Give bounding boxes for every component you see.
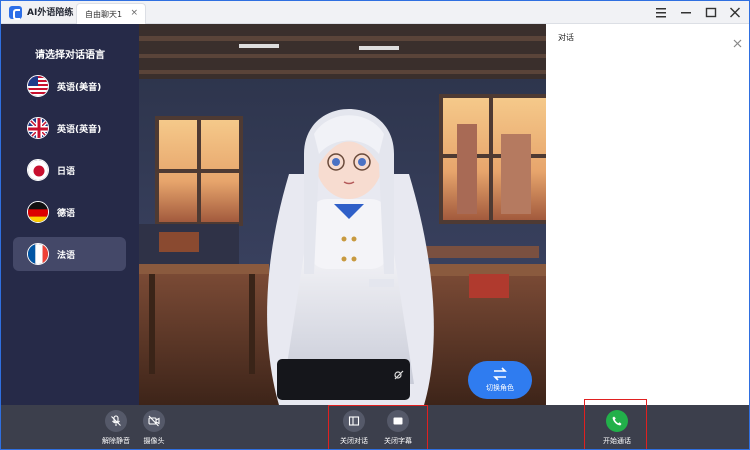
camera-label: 摄像头 <box>143 437 165 445</box>
language-label: 日语 <box>57 167 76 177</box>
sidebar-title: 请选择对话语言 <box>35 50 105 61</box>
maximize-icon[interactable] <box>702 4 720 20</box>
language-item-english-us[interactable]: 英语(美音) <box>13 69 126 103</box>
language-label: 英语(美音) <box>57 83 102 93</box>
minimize-icon[interactable] <box>677 4 695 20</box>
muted-mic-icon <box>105 410 127 432</box>
title-bar: AI外语陪练 自由聊天1 × <box>1 1 749 24</box>
close-window-icon[interactable] <box>726 4 744 20</box>
hide-subtitle-icon[interactable] <box>394 365 404 384</box>
uk-flag-icon <box>27 117 49 139</box>
app-title: AI外语陪练 <box>27 8 74 18</box>
language-item-french[interactable]: 法语 <box>13 237 126 271</box>
switch-role-button[interactable]: 切换角色 <box>468 361 532 399</box>
classroom-background-image <box>139 24 546 405</box>
tab-label: 自由聊天1 <box>85 10 123 19</box>
app-logo-icon <box>9 6 22 20</box>
dialog-close-icon[interactable] <box>733 33 742 52</box>
avatar-scene <box>139 24 546 405</box>
highlight-box-call-control <box>584 399 647 449</box>
language-item-german[interactable]: 德语 <box>13 195 126 229</box>
subtitle-panel <box>277 359 410 400</box>
app-window: AI外语陪练 自由聊天1 × 请选择对话语言 英语(美音) 英语(英音) 日语 … <box>0 0 750 450</box>
menu-icon[interactable] <box>652 4 670 20</box>
language-label: 德语 <box>57 209 76 219</box>
tab-close-icon[interactable]: × <box>130 8 138 18</box>
language-label: 英语(英音) <box>57 125 102 135</box>
language-item-english-uk[interactable]: 英语(英音) <box>13 111 126 145</box>
tab-free-chat[interactable]: 自由聊天1 × <box>76 3 146 24</box>
switch-role-label: 切换角色 <box>486 384 514 392</box>
dialog-panel: 对话 <box>546 24 749 405</box>
france-flag-icon <box>27 243 49 265</box>
camera-off-icon <box>143 410 165 432</box>
language-item-japanese[interactable]: 日语 <box>13 153 126 187</box>
japan-flag-icon <box>27 159 49 181</box>
germany-flag-icon <box>27 201 49 223</box>
camera-button[interactable]: 摄像头 <box>132 410 176 448</box>
language-sidebar: 请选择对话语言 英语(美音) 英语(英音) 日语 德语 法语 <box>1 24 139 405</box>
language-label: 法语 <box>57 251 76 261</box>
dialog-title: 对话 <box>558 33 574 42</box>
highlight-box-dialog-controls <box>328 405 428 449</box>
us-flag-icon <box>27 75 49 97</box>
